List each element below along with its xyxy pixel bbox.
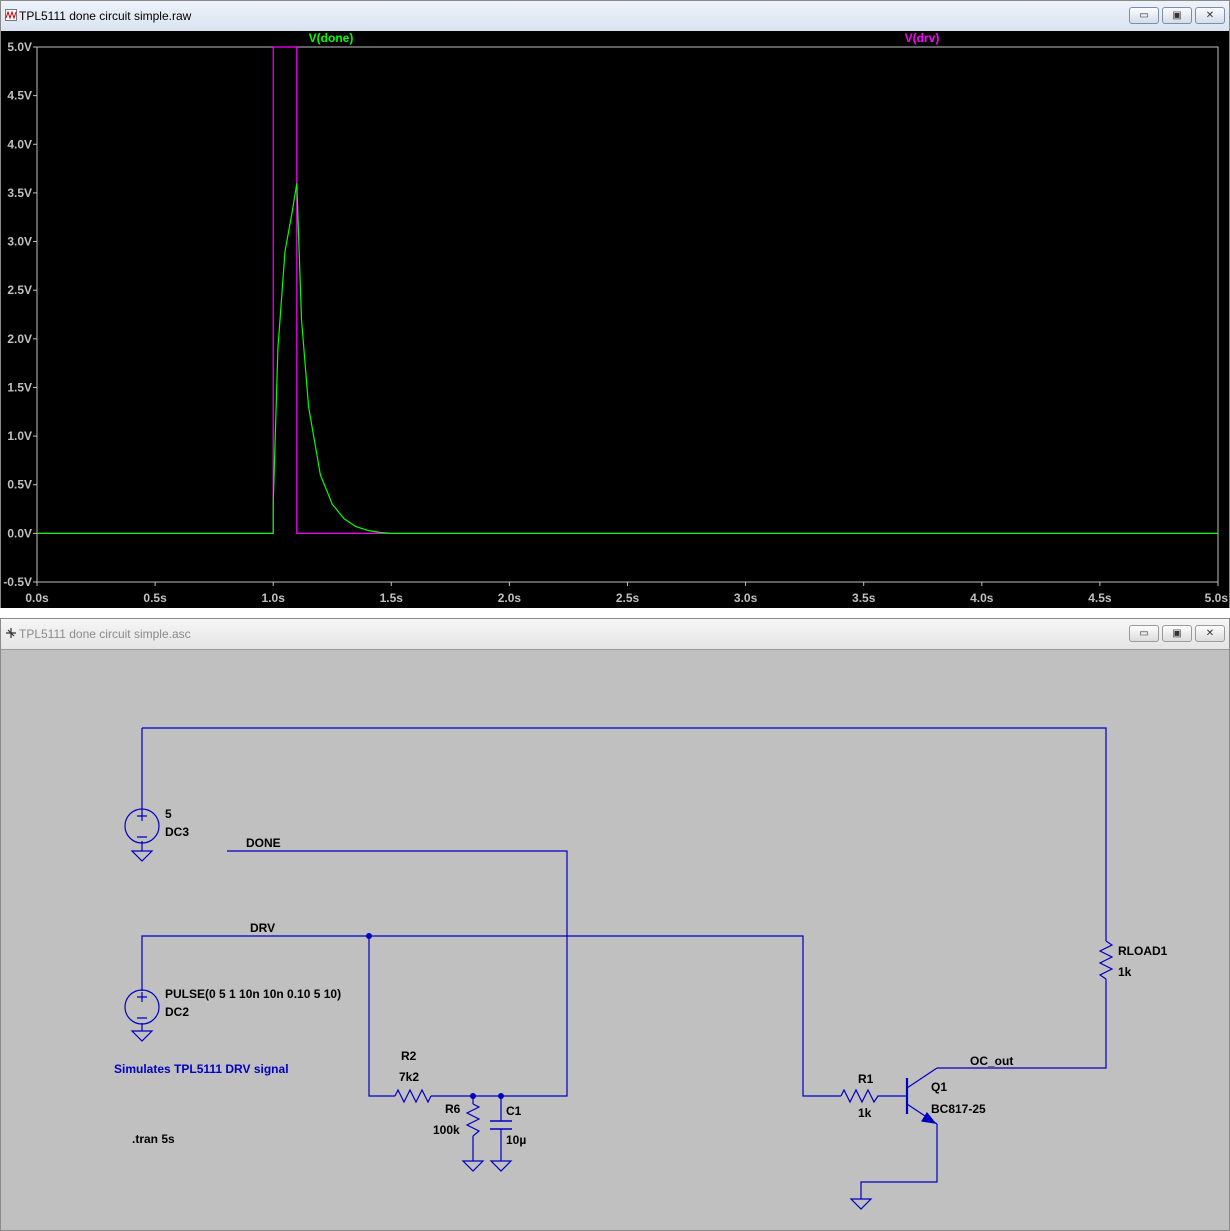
x-tick-label: 1.0s — [262, 591, 286, 605]
x-tick-label: 0.0s — [25, 591, 49, 605]
y-tick-label: 3.0V — [7, 235, 32, 249]
schematic-window-title: TPL5111 done circuit simple.asc — [19, 627, 191, 641]
close-button[interactable]: ✕ — [1195, 7, 1225, 24]
voltage-source-dc2[interactable] — [124, 989, 160, 1025]
x-tick-label: 0.5s — [143, 591, 167, 605]
waveform-window: TPL5111 done circuit simple.raw ▭ ▣ ✕ V(… — [0, 0, 1230, 608]
x-tick-label: 4.0s — [970, 591, 994, 605]
resistor-r1[interactable] — [840, 1088, 881, 1104]
resistor-rload1[interactable] — [1098, 940, 1114, 980]
ground-icon — [130, 850, 154, 862]
c1-value-label: 10µ — [506, 1133, 526, 1147]
junction-dot — [366, 933, 372, 939]
drv-net-label: DRV — [250, 921, 275, 935]
v3-value-label: 5 — [165, 807, 172, 821]
trace-label-vdone[interactable]: V(done) — [309, 31, 354, 45]
r6-value-label: 100k — [433, 1123, 460, 1137]
y-tick-label: -0.5V — [3, 575, 32, 589]
y-tick-label: 4.0V — [7, 137, 32, 151]
ground-icon — [130, 1030, 154, 1042]
x-tick-label: 1.5s — [380, 591, 404, 605]
x-tick-label: 2.5s — [616, 591, 640, 605]
junction-dot — [498, 1093, 504, 1099]
y-tick-label: 1.5V — [7, 380, 32, 394]
restore-button[interactable]: ▣ — [1162, 7, 1192, 24]
x-tick-label: 5.0s — [1205, 591, 1229, 605]
q1-name-label: Q1 — [931, 1080, 947, 1094]
capacitor-c1[interactable] — [490, 1120, 512, 1130]
x-tick-label: 3.0s — [734, 591, 758, 605]
tran-directive[interactable]: .tran 5s — [132, 1132, 175, 1146]
resistor-r6[interactable] — [465, 1103, 481, 1137]
restore-button[interactable]: ▣ — [1162, 625, 1192, 642]
y-tick-label: 5.0V — [7, 40, 32, 54]
done-net-label: DONE — [246, 836, 281, 850]
x-tick-label: 2.0s — [498, 591, 522, 605]
schematic-app-icon — [6, 628, 16, 638]
x-tick-label: 4.5s — [1088, 591, 1112, 605]
comment-text[interactable]: Simulates TPL5111 DRV signal — [114, 1062, 289, 1076]
r1-name-label: R1 — [858, 1072, 874, 1086]
waveform-titlebar[interactable]: TPL5111 done circuit simple.raw ▭ ▣ ✕ — [1, 1, 1229, 32]
junction-dot — [470, 1093, 476, 1099]
voltage-source-dc3[interactable] — [124, 808, 160, 844]
ground-icon — [849, 1198, 873, 1210]
c1-name-label: C1 — [506, 1104, 522, 1118]
wire-supply-top[interactable] — [141, 727, 1107, 941]
close-button[interactable]: ✕ — [1195, 625, 1225, 642]
y-tick-label: 3.5V — [7, 186, 32, 200]
q1-model-label: BC817-25 — [931, 1102, 986, 1116]
schematic-canvas[interactable]: 5 DC3 DONE DRV PULSE(0 5 1 10n 10n 0.10 … — [1, 649, 1229, 1230]
ground-icon — [461, 1160, 485, 1172]
waveform-app-icon — [5, 9, 17, 21]
rload1-value-label: 1k — [1118, 965, 1132, 979]
trace-label-vdrv[interactable]: V(drv) — [905, 31, 940, 45]
ground-icon — [489, 1160, 513, 1172]
x-tick-label: 3.5s — [852, 591, 876, 605]
y-tick-label: 1.0V — [7, 429, 32, 443]
v3-name-label: DC3 — [165, 825, 189, 839]
r6-name-label: R6 — [445, 1102, 461, 1116]
wire-emitter-ground[interactable] — [860, 1124, 938, 1199]
waveform-plot[interactable]: V(done) V(drv) 5.0V 4.5V 4.0V 3.5V 3.0V 2.5V 2… — [1, 31, 1229, 608]
y-tick-label: 0.5V — [7, 478, 32, 492]
y-tick-label: 0.0V — [7, 526, 32, 540]
waveform-window-title: TPL5111 done circuit simple.raw — [19, 9, 192, 23]
r2-value-label: 7k2 — [399, 1070, 419, 1084]
r1-value-label: 1k — [858, 1106, 872, 1120]
schematic-window: TPL5111 done circuit simple.asc ▭ ▣ ✕ 5 … — [0, 618, 1230, 1231]
v2-name-label: DC2 — [165, 1005, 189, 1019]
wire-drv-r2[interactable] — [368, 936, 395, 1097]
r2-name-label: R2 — [401, 1049, 417, 1063]
resistor-r2[interactable] — [394, 1088, 432, 1104]
y-tick-label: 2.5V — [7, 283, 32, 297]
oc-out-net-label: OC_out — [970, 1054, 1013, 1068]
y-tick-label: 2.0V — [7, 332, 32, 346]
wire-done[interactable] — [227, 850, 568, 1097]
schematic-titlebar[interactable]: TPL5111 done circuit simple.asc ▭ ▣ ✕ — [1, 619, 1229, 650]
minimize-button[interactable]: ▭ — [1129, 7, 1159, 24]
wire-rload-oc[interactable] — [937, 979, 1107, 1069]
y-tick-label: 4.5V — [7, 89, 32, 103]
minimize-button[interactable]: ▭ — [1129, 625, 1159, 642]
window-separator — [0, 608, 1230, 618]
rload1-name-label: RLOAD1 — [1118, 944, 1168, 958]
v2-value-label: PULSE(0 5 1 10n 10n 0.10 5 10) — [165, 987, 341, 1001]
